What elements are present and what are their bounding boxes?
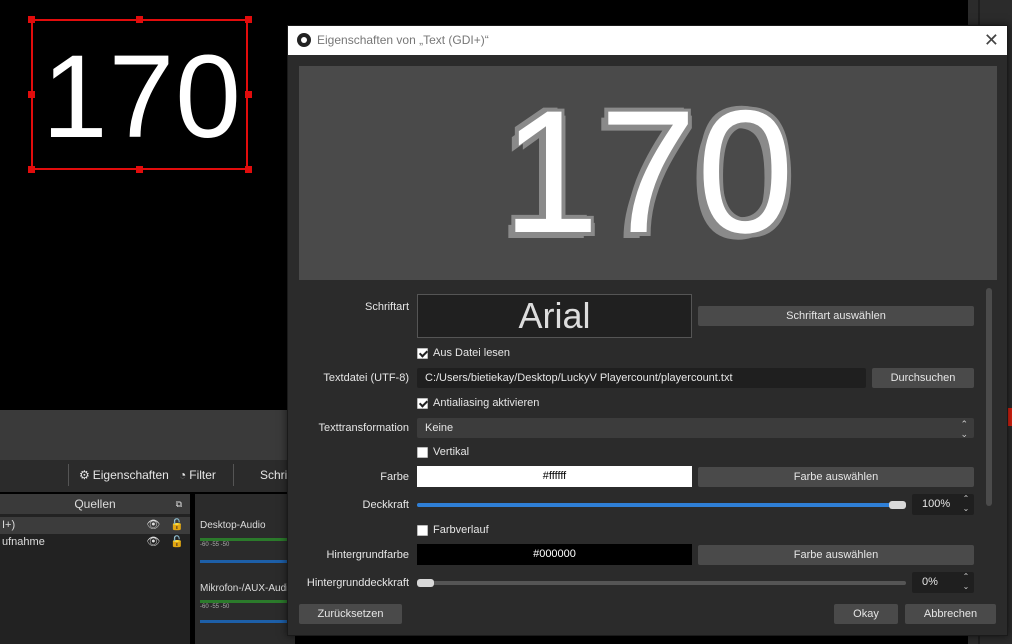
antialiasing-label: Antialiasing aktivieren <box>433 397 540 409</box>
dialog-preview: 170 <box>299 66 997 280</box>
meter-scale: -60 -55 -50 <box>200 542 230 548</box>
choose-bg-color-button[interactable]: Farbe auswählen <box>698 545 974 565</box>
bg-opacity-spinbox[interactable]: 0% ⌃ ⌄ <box>912 572 974 593</box>
vertical-label: Vertikal <box>433 446 470 458</box>
read-from-file-label: Aus Datei lesen <box>433 347 511 359</box>
color-label: Farbe <box>380 471 409 483</box>
antialiasing-checkbox[interactable]: Antialiasing aktivieren <box>417 397 539 409</box>
resize-handle[interactable] <box>245 16 252 23</box>
close-icon[interactable]: ✕ <box>984 29 999 51</box>
toolbar-separator <box>68 464 69 486</box>
transform-label: Texttransformation <box>318 422 409 434</box>
resize-handle[interactable] <box>245 91 252 98</box>
bg-color-label: Hintergrundfarbe <box>326 549 409 561</box>
bg-opacity-slider[interactable] <box>417 579 906 587</box>
font-label: Schriftart <box>364 301 409 313</box>
gradient-label: Farbverlauf <box>433 524 489 536</box>
sources-dock: Quellen ⧉ I+) 👁 🔓 ufnahme 👁 🔓 <box>0 494 190 644</box>
scrollbar[interactable] <box>986 288 992 506</box>
lock-icon[interactable]: 🔓 <box>170 534 184 551</box>
volume-slider[interactable] <box>200 620 290 623</box>
bg-opacity-value: 0% <box>922 576 938 588</box>
checkbox-box[interactable] <box>417 524 428 536</box>
filter-icon: ◔ <box>179 468 187 482</box>
checkbox-box[interactable] <box>417 446 428 458</box>
volume-meter <box>200 600 290 603</box>
cancel-button[interactable]: Abbrechen <box>905 604 996 624</box>
spin-arrows-icon[interactable]: ⌃ ⌄ <box>960 572 972 592</box>
properties-label: Eigenschaften <box>92 468 169 482</box>
gear-icon: ⚙ <box>79 468 90 482</box>
toolbar-separator <box>233 464 234 486</box>
read-from-file-checkbox[interactable]: Aus Datei lesen <box>417 347 510 359</box>
bg-color-swatch: #000000 <box>417 544 692 565</box>
resize-handle[interactable] <box>28 166 35 173</box>
resize-handle[interactable] <box>136 16 143 23</box>
checkbox-box[interactable] <box>417 347 428 359</box>
properties-dialog: Eigenschaften von „Text (GDI+)“ ✕ 170 Sc… <box>287 25 1008 636</box>
font-preview-box: Arial <box>417 294 692 338</box>
properties-button[interactable]: ⚙ Eigenschaften <box>79 468 169 482</box>
updown-arrows-icon: ⌃ ⌄ <box>960 419 968 439</box>
bg-opacity-label: Hintergrunddeckkraft <box>306 577 409 589</box>
source-label: I+) <box>2 519 16 531</box>
audio-mixer-dock: Desktop-Audio -60 -55 -50 Mikrofon-/AUX-… <box>195 494 295 644</box>
resize-handle[interactable] <box>28 91 35 98</box>
obs-logo-icon <box>297 33 311 47</box>
selection-box[interactable] <box>31 19 248 170</box>
undock-icon[interactable]: ⧉ <box>176 494 182 514</box>
source-label: ufnahme <box>2 536 45 548</box>
sources-title: Quellen <box>74 497 116 511</box>
opacity-label: Deckkraft <box>362 499 409 511</box>
lock-icon[interactable]: 🔓 <box>170 517 184 534</box>
gradient-checkbox[interactable]: Farbverlauf <box>417 524 489 536</box>
color-swatch: #ffffff <box>417 466 692 487</box>
resize-handle[interactable] <box>136 166 143 173</box>
browse-button[interactable]: Durchsuchen <box>872 368 974 388</box>
opacity-value: 100% <box>922 498 951 510</box>
dialog-titlebar[interactable]: Eigenschaften von „Text (GDI+)“ ✕ <box>288 26 1007 55</box>
reset-button[interactable]: Zurücksetzen <box>299 604 402 624</box>
text-file-label: Textdatei (UTF-8) <box>323 372 409 384</box>
filter-button[interactable]: ◔ Filter <box>179 468 216 482</box>
filter-label: Filter <box>189 468 216 482</box>
ok-button[interactable]: Okay <box>834 604 898 624</box>
sources-header: Quellen ⧉ <box>0 494 190 514</box>
checkbox-box[interactable] <box>417 397 428 409</box>
source-item[interactable]: ufnahme 👁 🔓 <box>0 534 190 551</box>
mixer-channel-label: Desktop-Audio <box>200 520 266 531</box>
meter-scale: -60 -55 -50 <box>200 604 230 610</box>
bg-opacity-slider-handle[interactable] <box>417 579 434 587</box>
opacity-spinbox[interactable]: 100% ⌃ ⌄ <box>912 494 974 515</box>
mixer-channel-label: Mikrofon-/AUX-Audio <box>200 583 294 594</box>
spin-arrows-icon[interactable]: ⌃ ⌄ <box>960 494 972 514</box>
transform-select[interactable]: Keine ⌃ ⌄ <box>417 418 974 439</box>
eye-icon[interactable]: 👁 <box>146 517 160 534</box>
opacity-slider-handle[interactable] <box>889 501 906 509</box>
opacity-slider[interactable] <box>417 501 906 509</box>
select-font-button[interactable]: Schriftart auswählen <box>698 306 974 326</box>
volume-slider[interactable] <box>200 560 290 563</box>
eye-icon[interactable]: 👁 <box>146 534 160 551</box>
resize-handle[interactable] <box>28 16 35 23</box>
transform-value: Keine <box>425 422 454 434</box>
volume-meter <box>200 538 290 541</box>
dialog-preview-text: 170 <box>502 75 794 270</box>
choose-color-button[interactable]: Farbe auswählen <box>698 467 974 487</box>
text-file-path-field[interactable]: C:/Users/bietiekay/Desktop/LuckyV Player… <box>417 368 866 388</box>
dialog-title: Eigenschaften von „Text (GDI+)“ <box>317 33 489 47</box>
opacity-slider-fill <box>417 503 898 507</box>
resize-handle[interactable] <box>245 166 252 173</box>
source-item[interactable]: I+) 👁 🔓 <box>0 517 190 534</box>
vertical-checkbox[interactable]: Vertikal <box>417 446 469 458</box>
